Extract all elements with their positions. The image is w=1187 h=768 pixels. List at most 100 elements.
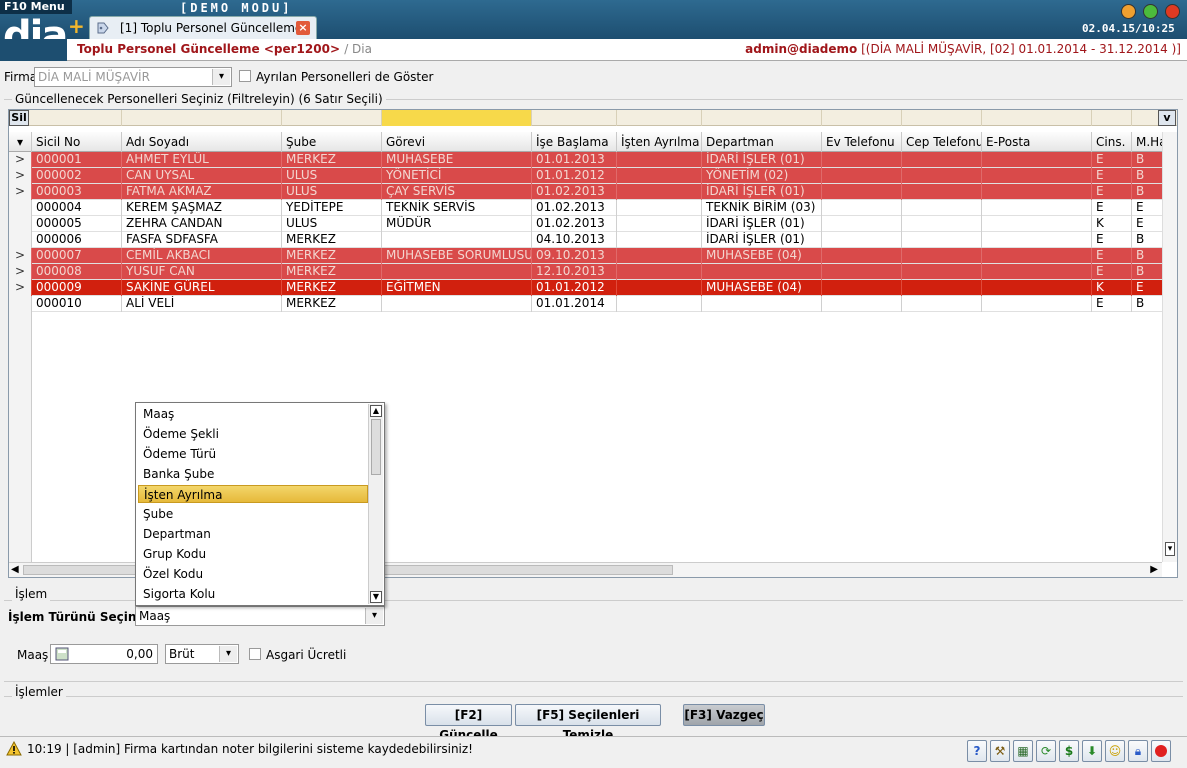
table-cell[interactable]: B [1132, 152, 1163, 168]
tab-toplu-personel[interactable]: [1] Toplu Personel Güncelleme × [89, 16, 317, 39]
table-cell[interactable] [902, 264, 982, 280]
table-cell[interactable]: E [1092, 248, 1132, 264]
row-indicator[interactable]: > [9, 168, 32, 184]
table-cell[interactable] [382, 264, 532, 280]
filter-cell[interactable] [822, 110, 902, 126]
table-cell[interactable]: YUSUF CAN [122, 264, 282, 280]
table-cell[interactable] [902, 168, 982, 184]
table-cell[interactable] [617, 216, 702, 232]
filter-cell[interactable] [617, 110, 702, 126]
column-header[interactable]: Departman [702, 132, 822, 152]
scroll-down-icon[interactable]: ▼ [370, 591, 382, 603]
row-indicator[interactable]: > [9, 280, 32, 296]
table-cell[interactable]: YÖNETİCİ [382, 168, 532, 184]
table-cell[interactable] [702, 264, 822, 280]
add-tab-icon[interactable]: + [68, 14, 85, 38]
table-cell[interactable]: ULUS [282, 216, 382, 232]
table-cell[interactable]: ZEHRA CANDAN [122, 216, 282, 232]
currency-icon[interactable]: $ [1059, 740, 1079, 762]
calculator-icon[interactable]: ▦ [1013, 740, 1033, 762]
column-header[interactable]: Sicil No [32, 132, 122, 152]
asgari-checkbox[interactable] [249, 648, 261, 660]
table-row[interactable]: >000009 SAKİNE GÜREL MERKEZ EĞİTMEN 01.01.20… [9, 280, 1163, 296]
table-row[interactable]: 000010 ALİ VELİ MERKEZ 01.01.2014 E B [9, 296, 1163, 312]
filter-cell[interactable] [382, 110, 532, 126]
table-cell[interactable] [822, 264, 902, 280]
table-cell[interactable]: B [1132, 248, 1163, 264]
table-cell[interactable]: E [1092, 184, 1132, 200]
table-cell[interactable] [822, 216, 902, 232]
table-row[interactable]: 000004 KEREM ŞAŞMAZ YEDİTEPE TEKNİK SERVİS 0… [9, 200, 1163, 216]
column-header[interactable]: M.Ha [1132, 132, 1163, 152]
table-cell[interactable] [382, 232, 532, 248]
islem-type-select[interactable]: Maaş ▾ [135, 606, 385, 626]
table-cell[interactable] [822, 248, 902, 264]
column-header[interactable]: E-Posta [982, 132, 1092, 152]
show-left-checkbox[interactable] [239, 70, 251, 82]
table-cell[interactable]: E [1092, 296, 1132, 312]
filter-cell[interactable] [902, 110, 982, 126]
smiley-icon[interactable]: ☺ [1105, 740, 1125, 762]
table-cell[interactable]: 000004 [32, 200, 122, 216]
table-cell[interactable]: K [1092, 216, 1132, 232]
table-cell[interactable]: MERKEZ [282, 248, 382, 264]
table-row[interactable]: >000001 AHMET EYLÜL MERKEZ MUHASEBE 01.01.20… [9, 152, 1163, 168]
table-cell[interactable]: E [1092, 232, 1132, 248]
wrench-icon[interactable]: ⚒ [990, 740, 1010, 762]
table-cell[interactable]: 000001 [32, 152, 122, 168]
table-cell[interactable]: 12.10.2013 [532, 264, 617, 280]
column-header[interactable]: Görevi [382, 132, 532, 152]
table-cell[interactable] [702, 296, 822, 312]
table-cell[interactable]: MUHASEBE (04) [702, 248, 822, 264]
table-cell[interactable]: 01.01.2014 [532, 296, 617, 312]
table-cell[interactable]: TEKNİK BİRİM (03) [702, 200, 822, 216]
table-cell[interactable]: E [1132, 200, 1163, 216]
dropdown-scrollbar[interactable]: ▲ ▼ [368, 404, 383, 604]
table-cell[interactable] [982, 184, 1092, 200]
table-cell[interactable]: FASFA SDFASFA [122, 232, 282, 248]
table-cell[interactable] [982, 296, 1092, 312]
download-icon[interactable]: ⬇ [1082, 740, 1102, 762]
table-cell[interactable]: 000010 [32, 296, 122, 312]
column-header[interactable]: Şube [282, 132, 382, 152]
table-cell[interactable]: K [1092, 280, 1132, 296]
dropdown-option[interactable]: Özel Kodu [138, 565, 368, 583]
dropdown-option[interactable]: Grup Kodu [138, 545, 368, 563]
table-cell[interactable]: E [1132, 216, 1163, 232]
table-row[interactable]: 000005 ZEHRA CANDAN ULUS MÜDÜR 01.02.2013 İDA… [9, 216, 1163, 232]
row-indicator[interactable] [9, 200, 32, 216]
table-cell[interactable]: 01.01.2012 [532, 168, 617, 184]
table-cell[interactable] [902, 152, 982, 168]
table-cell[interactable]: KEREM ŞAŞMAZ [122, 200, 282, 216]
column-header[interactable]: Cins. [1092, 132, 1132, 152]
table-cell[interactable] [822, 200, 902, 216]
table-cell[interactable]: MÜDÜR [382, 216, 532, 232]
table-cell[interactable] [982, 264, 1092, 280]
table-cell[interactable] [902, 200, 982, 216]
table-cell[interactable]: MERKEZ [282, 152, 382, 168]
filter-cell[interactable] [702, 110, 822, 126]
table-row[interactable]: >000008 YUSUF CAN MERKEZ 12.10.2013 E B [9, 264, 1163, 280]
table-cell[interactable]: B [1132, 184, 1163, 200]
filter-cell[interactable] [982, 110, 1092, 126]
filter-cell[interactable] [122, 110, 282, 126]
table-cell[interactable]: MERKEZ [282, 296, 382, 312]
table-cell[interactable] [982, 248, 1092, 264]
table-cell[interactable]: ÇAY SERVİS [382, 184, 532, 200]
table-cell[interactable]: MERKEZ [282, 280, 382, 296]
table-cell[interactable]: 000003 [32, 184, 122, 200]
table-cell[interactable]: 01.02.2013 [532, 216, 617, 232]
table-cell[interactable] [822, 296, 902, 312]
scroll-right-icon[interactable]: ▶ [1150, 564, 1158, 575]
table-cell[interactable] [822, 232, 902, 248]
table-cell[interactable] [902, 296, 982, 312]
table-row[interactable]: 000006 FASFA SDFASFA MERKEZ 04.10.2013 İDARİ… [9, 232, 1163, 248]
table-cell[interactable]: EĞİTMEN [382, 280, 532, 296]
update-button[interactable]: [F2] Güncelle [425, 704, 512, 742]
table-cell[interactable] [822, 168, 902, 184]
dropdown-option[interactable]: Maaş [138, 405, 368, 423]
table-cell[interactable] [822, 152, 902, 168]
table-cell[interactable] [617, 264, 702, 280]
column-header[interactable]: Cep Telefonu [902, 132, 982, 152]
scroll-up-icon[interactable]: ▲ [370, 405, 382, 417]
